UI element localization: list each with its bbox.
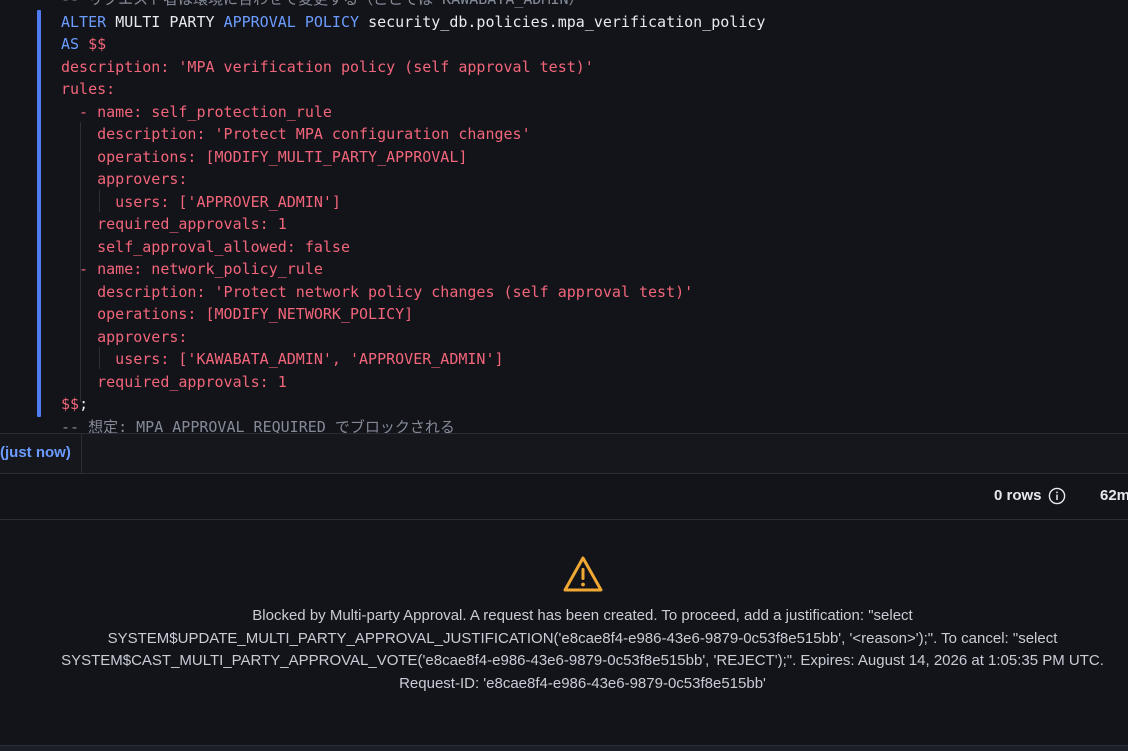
code-line: description: 'Protect MPA configuration … <box>61 123 531 145</box>
active-statement-bar <box>37 10 41 417</box>
error-message-text: Blocked by Multi-party Approval. A reque… <box>61 607 1104 692</box>
code-line: description: 'Protect network policy cha… <box>61 281 693 303</box>
code-line: ALTER MULTI PARTY APPROVAL POLICY securi… <box>61 11 765 33</box>
error-message-panel: Blocked by Multi-party Approval. A reque… <box>0 520 1128 745</box>
result-tab[interactable]: (just now) <box>0 434 82 473</box>
sql-editor[interactable]: -- リクエスト者は環境に合わせて変更する（ここでは KAWABATA_ADMI… <box>0 0 1128 433</box>
code-token: $$ <box>88 35 107 53</box>
panel-bottom-edge <box>0 745 1128 751</box>
code-token: description: 'Protect MPA configuration … <box>61 125 531 143</box>
code-token: users: ['APPROVER_ADMIN'] <box>61 192 341 211</box>
code-line: AS $$ <box>61 33 106 55</box>
code-token: required_approvals: 1 <box>61 215 287 233</box>
code-line: users: ['APPROVER_ADMIN'] <box>61 191 341 213</box>
code-line: - name: network_policy_rule <box>61 258 323 280</box>
code-token: approvers: <box>61 170 188 188</box>
code-line: self_approval_allowed: false <box>61 236 350 258</box>
result-tab-strip: (just now) <box>0 433 1128 474</box>
code-line: required_approvals: 1 <box>61 371 287 393</box>
code-token: operations: [MODIFY_MULTI_PARTY_APPROVAL… <box>61 147 468 166</box>
result-status-row: 0 rows 62m <box>0 474 1128 520</box>
code-line: required_approvals: 1 <box>61 213 287 235</box>
code-line: rules: <box>61 78 115 100</box>
result-tab-label: (just now) <box>0 444 71 461</box>
code-token: $$ <box>61 395 80 413</box>
code-token: users: ['KAWABATA_ADMIN', 'APPROVER_ADMI… <box>61 350 504 368</box>
code-line: approvers: <box>61 168 187 190</box>
code-token: ALTER <box>61 12 116 31</box>
code-token: security_db.policies.mpa_verification_po… <box>368 12 766 31</box>
worksheet: -- リクエスト者は環境に合わせて変更する（ここでは KAWABATA_ADMI… <box>0 0 1128 751</box>
code-line: users: ['KAWABATA_ADMIN', 'APPROVER_ADMI… <box>61 348 504 370</box>
code-token: description: 'Protect network policy cha… <box>61 282 694 301</box>
warning-triangle-icon <box>563 556 603 592</box>
code-token: operations: [MODIFY_NETWORK_POLICY] <box>61 305 414 323</box>
code-line: $$; <box>61 393 88 415</box>
code-token: -- リクエスト者は環境に合わせて変更する（ここでは KAWABATA_ADMI… <box>61 0 584 8</box>
code-token: AS <box>61 35 89 53</box>
rows-count: 0 rows <box>994 487 1042 504</box>
code-token: APPROVAL POLICY <box>223 12 369 31</box>
code-token: required_approvals: 1 <box>61 372 287 391</box>
code-token: - name: network_policy_rule <box>61 260 323 278</box>
code-token: approvers: <box>61 327 188 346</box>
query-duration: 62m <box>1100 487 1128 504</box>
info-icon[interactable] <box>1048 487 1066 505</box>
code-line: -- 想定: MPA_APPROVAL_REQUIRED でブロックされる <box>61 416 455 434</box>
code-line: - name: self_protection_rule <box>61 101 332 123</box>
code-token: -- 想定: MPA_APPROVAL_REQUIRED でブロックされる <box>61 417 455 434</box>
code-token: description: 'MPA verification policy (s… <box>61 57 594 76</box>
code-line: description: 'MPA verification policy (s… <box>61 56 594 78</box>
code-line: operations: [MODIFY_NETWORK_POLICY] <box>61 303 413 325</box>
code-line: -- リクエスト者は環境に合わせて変更する（ここでは KAWABATA_ADMI… <box>61 0 584 10</box>
code-token: - name: self_protection_rule <box>61 102 332 121</box>
code-token: rules: <box>61 80 116 98</box>
code-token: ; <box>79 395 89 413</box>
code-line: approvers: <box>61 326 187 348</box>
code-line: operations: [MODIFY_MULTI_PARTY_APPROVAL… <box>61 146 467 168</box>
code-token: MULTI PARTY <box>115 12 224 31</box>
code-token: self_approval_allowed: false <box>61 237 350 256</box>
